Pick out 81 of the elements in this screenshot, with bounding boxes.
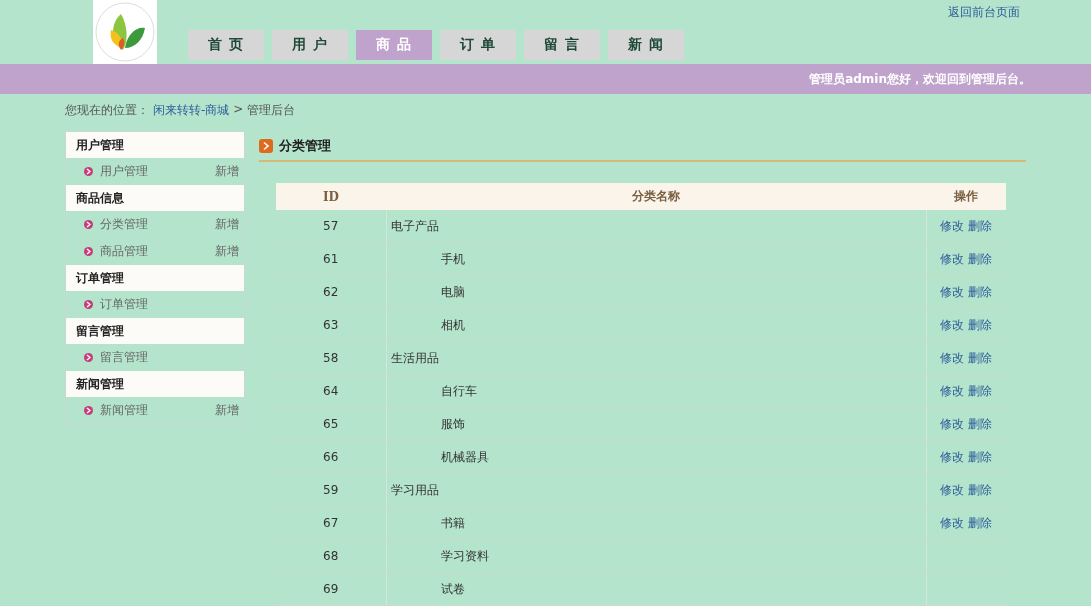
action-link[interactable]: 修改 (940, 515, 965, 530)
sidebar-item[interactable]: 商品管理 (100, 243, 148, 260)
breadcrumb-current: 管理后台 (247, 102, 296, 119)
category-name: 书籍 (439, 515, 465, 530)
id-cell: 68 (276, 539, 386, 573)
action-link[interactable]: 删除 (968, 284, 993, 299)
bullet-icon (84, 300, 93, 309)
add-link[interactable]: 新增 (215, 402, 239, 419)
action-link[interactable]: 删除 (968, 449, 993, 464)
sidebar-group-title: 用户管理 (66, 132, 244, 158)
sidebar-item[interactable]: 订单管理 (100, 296, 148, 313)
add-link[interactable]: 新增 (215, 243, 239, 260)
action-link[interactable]: 删除 (968, 350, 993, 365)
breadcrumb-link[interactable]: 闲来转转-商城 (153, 102, 230, 124)
action-link[interactable]: 删除 (968, 383, 993, 398)
nav-tab[interactable]: 新 闻 (608, 30, 684, 60)
category-name: 学习资料 (439, 548, 489, 563)
category-name: 学习用品 (390, 482, 439, 497)
sidebar-group-title: 新闻管理 (66, 371, 244, 397)
column-header: 分类名称 (386, 183, 926, 210)
column-header: 操作 (926, 183, 1006, 210)
id-cell: 57 (276, 210, 386, 243)
id-cell: 61 (276, 242, 386, 276)
category-name: 机械器具 (439, 449, 489, 464)
breadcrumb-label: 您现在的位置： (65, 102, 149, 119)
action-link[interactable]: 修改 (940, 284, 965, 299)
panel-title: 分类管理 (279, 136, 331, 155)
id-cell: 58 (276, 341, 386, 375)
nav-tab[interactable]: 用 户 (272, 30, 348, 60)
category-name: 电脑 (439, 284, 465, 299)
bullet-icon (84, 220, 93, 229)
action-link[interactable]: 删除 (968, 218, 993, 233)
bullet-icon (84, 406, 93, 415)
id-cell: 63 (276, 308, 386, 342)
action-link[interactable]: 删除 (968, 416, 993, 431)
sidebar-group-title: 留言管理 (66, 318, 244, 344)
id-cell: 65 (276, 407, 386, 441)
action-link[interactable]: 修改 (940, 218, 965, 233)
action-link[interactable]: 删除 (968, 251, 993, 266)
nav-tab[interactable]: 首 页 (188, 30, 264, 60)
action-link[interactable]: 删除 (968, 482, 993, 497)
id-cell: 62 (276, 275, 386, 309)
add-link[interactable]: 新增 (215, 216, 239, 233)
id-cell: 59 (276, 473, 386, 507)
bullet-icon (84, 353, 93, 362)
action-link[interactable]: 删除 (968, 515, 993, 530)
category-name: 手机 (439, 251, 465, 266)
action-link[interactable]: 修改 (940, 449, 965, 464)
sidebar-item[interactable]: 留言管理 (100, 349, 148, 366)
bullet-icon (84, 247, 93, 256)
id-cell: 66 (276, 440, 386, 474)
welcome-text: 管理员admin您好，欢迎回到管理后台。 (809, 70, 1031, 88)
sidebar-group-title: 商品信息 (66, 185, 244, 211)
category-name: 自行车 (439, 383, 477, 398)
sidebar-group-title: 订单管理 (66, 265, 244, 291)
nav-tab[interactable]: 订 单 (440, 30, 516, 60)
sidebar-item[interactable]: 用户管理 (100, 163, 148, 180)
action-link[interactable]: 修改 (940, 416, 965, 431)
id-cell: 69 (276, 572, 386, 606)
nav-tab[interactable]: 留 言 (524, 30, 600, 60)
category-name: 相机 (439, 317, 465, 332)
sidebar-item[interactable]: 新闻管理 (100, 402, 148, 419)
add-link[interactable]: 新增 (215, 163, 239, 180)
breadcrumb-separator: > (233, 102, 244, 118)
panel-icon (259, 138, 273, 153)
bullet-icon (84, 167, 93, 176)
action-link[interactable]: 修改 (940, 350, 965, 365)
action-link[interactable]: 修改 (940, 317, 965, 332)
id-cell: 64 (276, 374, 386, 408)
action-link[interactable]: 修改 (940, 251, 965, 266)
category-name: 电子产品 (390, 218, 439, 233)
back-link[interactable]: 返回前台页面 (948, 4, 1020, 21)
action-link[interactable]: 删除 (968, 317, 993, 332)
column-header: ID (276, 183, 386, 210)
action-link[interactable]: 修改 (940, 482, 965, 497)
action-link[interactable]: 修改 (940, 383, 965, 398)
category-name: 服饰 (439, 416, 465, 431)
category-name: 试卷 (439, 581, 465, 596)
id-cell: 67 (276, 506, 386, 540)
category-name: 生活用品 (390, 350, 439, 365)
sidebar-item[interactable]: 分类管理 (100, 216, 148, 233)
